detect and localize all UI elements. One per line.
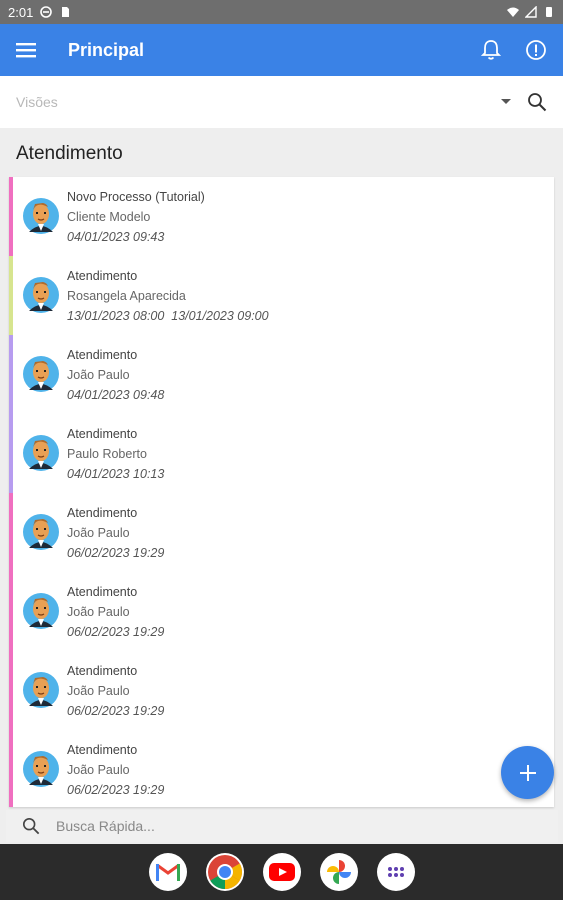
page-title: Principal bbox=[68, 39, 145, 60]
dock bbox=[0, 844, 563, 900]
avatar-icon bbox=[23, 751, 59, 787]
chrome-icon[interactable] bbox=[205, 853, 244, 891]
status-color-bar bbox=[9, 572, 13, 651]
item-title: Atendimento bbox=[67, 348, 138, 362]
status-color-bar bbox=[9, 730, 13, 807]
signal-icon bbox=[525, 6, 537, 18]
list-item[interactable]: Atendimento João Paulo 04/01/2023 09:48 bbox=[9, 335, 554, 414]
status-time: 2:01 bbox=[8, 4, 34, 20]
status-color-bar bbox=[9, 414, 13, 493]
add-button[interactable] bbox=[501, 746, 554, 799]
item-client: João Paulo bbox=[67, 368, 130, 382]
item-title: Atendimento bbox=[67, 585, 138, 599]
avatar-icon bbox=[23, 593, 59, 629]
item-title: Atendimento bbox=[67, 427, 138, 441]
item-client: Paulo Roberto bbox=[67, 447, 147, 461]
search-icon[interactable] bbox=[527, 92, 547, 112]
bell-icon[interactable] bbox=[481, 39, 501, 61]
quick-search-placeholder: Busca Rápida... bbox=[56, 818, 155, 834]
item-client: Rosangela Aparecida bbox=[67, 289, 186, 303]
item-title: Atendimento bbox=[67, 269, 138, 283]
avatar-icon bbox=[23, 672, 59, 708]
section-title: Atendimento bbox=[16, 143, 123, 164]
item-date: 06/02/2023 19:29 bbox=[67, 704, 165, 718]
status-color-bar bbox=[9, 177, 13, 256]
status-color-bar bbox=[9, 335, 13, 414]
item-client: Cliente Modelo bbox=[67, 210, 151, 224]
battery-icon bbox=[546, 7, 552, 17]
info-icon[interactable] bbox=[525, 39, 547, 61]
item-client: João Paulo bbox=[67, 684, 130, 698]
plus-icon bbox=[519, 764, 536, 781]
item-date: 13/01/2023 08:00 13/01/2023 09:00 bbox=[67, 309, 269, 323]
sim-card-icon bbox=[62, 7, 70, 17]
menu-icon[interactable] bbox=[16, 42, 36, 58]
item-client: João Paulo bbox=[67, 605, 130, 619]
status-bar: 2:01 bbox=[0, 0, 563, 24]
item-date: 04/01/2023 09:48 bbox=[67, 388, 165, 402]
avatar-icon bbox=[23, 356, 59, 392]
status-color-bar bbox=[9, 493, 13, 572]
dropdown-arrow-icon[interactable] bbox=[501, 99, 511, 105]
avatar-icon bbox=[23, 198, 59, 234]
avatar-icon bbox=[23, 435, 59, 471]
views-placeholder: Visões bbox=[16, 94, 58, 110]
list-item[interactable]: Atendimento João Paulo 06/02/2023 19:29 bbox=[9, 493, 554, 572]
item-client: João Paulo bbox=[67, 526, 130, 540]
app-bar: Principal bbox=[0, 24, 563, 76]
list-item[interactable]: Atendimento Paulo Roberto 04/01/2023 10:… bbox=[9, 414, 554, 493]
item-date: 06/02/2023 19:29 bbox=[67, 546, 165, 560]
wifi-icon bbox=[507, 7, 519, 17]
avatar-icon bbox=[23, 277, 59, 313]
search-icon bbox=[22, 817, 40, 835]
item-title: Novo Processo (Tutorial) bbox=[67, 190, 205, 204]
list-item[interactable]: Atendimento João Paulo 06/02/2023 19:29 bbox=[9, 572, 554, 651]
item-title: Atendimento bbox=[67, 743, 138, 757]
app-drawer-icon[interactable] bbox=[376, 853, 415, 891]
list-item[interactable]: Atendimento João Paulo 06/02/2023 19:29 bbox=[9, 651, 554, 730]
item-date: 04/01/2023 09:43 bbox=[67, 230, 165, 244]
avatar-icon bbox=[23, 514, 59, 550]
views-selector[interactable]: Visões bbox=[0, 76, 563, 128]
vpn-icon bbox=[40, 6, 53, 18]
status-color-bar bbox=[9, 651, 13, 730]
list-item[interactable]: Atendimento João Paulo 06/02/2023 19:29 bbox=[9, 730, 554, 807]
photos-icon[interactable] bbox=[319, 853, 358, 891]
list-item[interactable]: Novo Processo (Tutorial) Cliente Modelo … bbox=[9, 177, 554, 256]
item-date: 06/02/2023 19:29 bbox=[67, 625, 165, 639]
item-date: 06/02/2023 19:29 bbox=[67, 783, 165, 797]
quick-search-field[interactable]: Busca Rápida... bbox=[6, 810, 558, 842]
item-date: 04/01/2023 10:13 bbox=[67, 467, 165, 481]
youtube-icon[interactable] bbox=[262, 853, 301, 891]
item-title: Atendimento bbox=[67, 506, 138, 520]
status-color-bar bbox=[9, 256, 13, 335]
process-list: Novo Processo (Tutorial) Cliente Modelo … bbox=[9, 177, 554, 807]
gmail-icon[interactable] bbox=[148, 853, 187, 891]
item-title: Atendimento bbox=[67, 664, 138, 678]
list-item[interactable]: Atendimento Rosangela Aparecida 13/01/20… bbox=[9, 256, 554, 335]
item-client: João Paulo bbox=[67, 763, 130, 777]
